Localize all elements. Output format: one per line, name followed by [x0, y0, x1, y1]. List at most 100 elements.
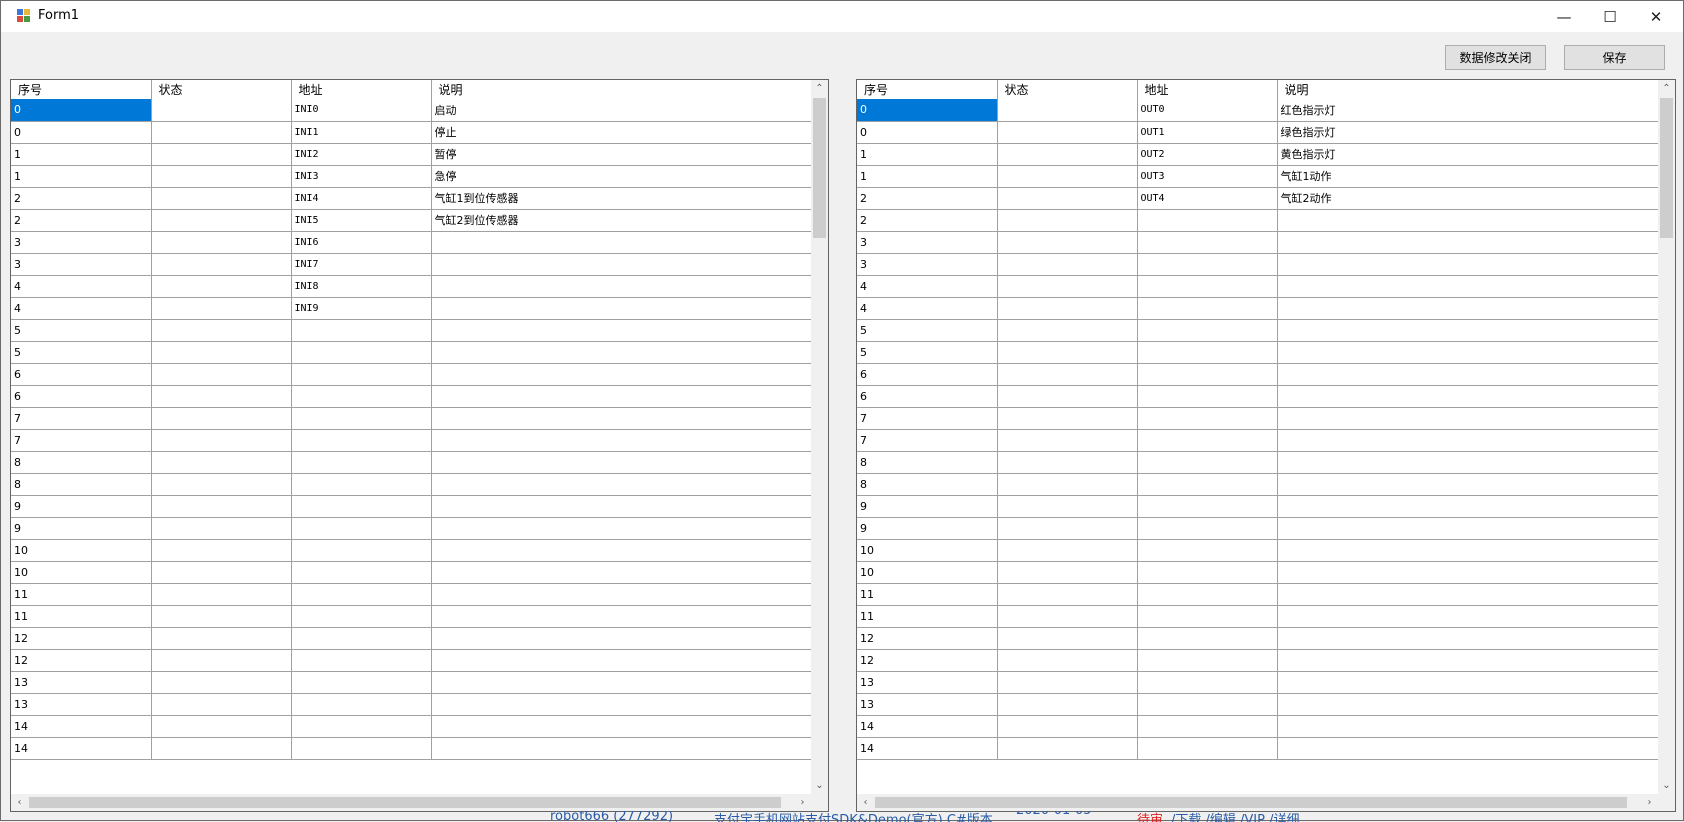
scroll-thumb[interactable]	[1660, 98, 1673, 238]
cell-index[interactable]: 7	[11, 407, 152, 430]
cell-address[interactable]	[1137, 715, 1278, 738]
cell-description[interactable]	[431, 583, 811, 606]
cell-description[interactable]	[1277, 517, 1658, 540]
table-row[interactable]: 1 OUT3 气缸1动作	[857, 165, 1658, 188]
table-row[interactable]: 3 INI7	[11, 253, 811, 276]
scroll-thumb[interactable]	[875, 797, 1627, 808]
cell-index[interactable]: 12	[857, 649, 998, 672]
scroll-thumb[interactable]	[813, 98, 826, 238]
cell-status[interactable]	[997, 143, 1138, 166]
table-row[interactable]: 13	[857, 693, 1658, 716]
table-row[interactable]: 2	[857, 209, 1658, 232]
cell-description[interactable]: 急停	[431, 165, 811, 188]
cell-status[interactable]	[151, 429, 292, 452]
cell-description[interactable]	[431, 737, 811, 760]
cell-status[interactable]	[997, 319, 1138, 342]
cell-status[interactable]	[151, 187, 292, 210]
cell-index[interactable]: 4	[857, 275, 998, 298]
cell-status[interactable]	[997, 297, 1138, 320]
cell-address[interactable]	[1137, 319, 1278, 342]
cell-address[interactable]	[291, 473, 432, 496]
cell-description[interactable]	[431, 319, 811, 342]
table-row[interactable]: 1 INI3 急停	[11, 165, 811, 188]
cell-status[interactable]	[151, 517, 292, 540]
footer-user-link[interactable]: robot666 (277292)	[550, 811, 673, 822]
cell-description[interactable]	[431, 539, 811, 562]
cell-index[interactable]: 9	[11, 495, 152, 518]
cell-description[interactable]	[1277, 539, 1658, 562]
table-row[interactable]: 0 INI1 停止	[11, 121, 811, 144]
cell-status[interactable]	[997, 737, 1138, 760]
cell-index[interactable]: 13	[11, 671, 152, 694]
cell-address[interactable]: INI7	[291, 253, 432, 276]
cell-address[interactable]	[291, 671, 432, 694]
cell-description[interactable]	[431, 473, 811, 496]
vertical-scrollbar[interactable]: ⌃ ⌄	[1658, 80, 1675, 794]
cell-description[interactable]: 停止	[431, 121, 811, 144]
cell-status[interactable]	[151, 99, 292, 122]
cell-address[interactable]	[291, 429, 432, 452]
cell-index[interactable]: 11	[857, 605, 998, 628]
cell-description[interactable]	[1277, 693, 1658, 716]
cell-index[interactable]: 14	[11, 737, 152, 760]
cell-address[interactable]	[291, 693, 432, 716]
cell-address[interactable]	[1137, 253, 1278, 276]
table-row[interactable]: 11	[857, 583, 1658, 606]
column-header-address[interactable]: 地址	[1137, 80, 1278, 99]
cell-address[interactable]	[291, 495, 432, 518]
scroll-left-icon[interactable]: ‹	[11, 794, 28, 811]
table-row[interactable]: 12	[11, 649, 811, 672]
cell-status[interactable]	[997, 539, 1138, 562]
table-row[interactable]: 5	[11, 341, 811, 364]
cell-status[interactable]	[151, 143, 292, 166]
horizontal-scrollbar[interactable]: ‹ ›	[11, 794, 811, 811]
cell-description[interactable]	[1277, 605, 1658, 628]
cell-description[interactable]	[1277, 429, 1658, 452]
cell-description[interactable]	[431, 693, 811, 716]
cell-address[interactable]	[291, 627, 432, 650]
cell-address[interactable]	[1137, 583, 1278, 606]
cell-index[interactable]: 9	[857, 517, 998, 540]
cell-description[interactable]	[1277, 253, 1658, 276]
maximize-button[interactable]: ☐	[1587, 1, 1633, 32]
cell-description[interactable]	[1277, 363, 1658, 386]
cell-description[interactable]	[1277, 671, 1658, 694]
cell-address[interactable]	[1137, 627, 1278, 650]
cell-address[interactable]	[1137, 605, 1278, 628]
cell-address[interactable]: INI5	[291, 209, 432, 232]
cell-description[interactable]: 气缸1动作	[1277, 165, 1658, 188]
cell-index[interactable]: 12	[11, 627, 152, 650]
cell-address[interactable]	[1137, 385, 1278, 408]
cell-index[interactable]: 2	[857, 209, 998, 232]
cell-index[interactable]: 8	[11, 473, 152, 496]
cell-address[interactable]	[1137, 649, 1278, 672]
cell-address[interactable]: OUT3	[1137, 165, 1278, 188]
cell-index[interactable]: 3	[11, 231, 152, 254]
cell-index[interactable]: 1	[857, 165, 998, 188]
cell-status[interactable]	[151, 473, 292, 496]
footer-actions-links[interactable]: /下载 /编辑 /VIP /详细	[1171, 811, 1299, 822]
cell-description[interactable]	[1277, 209, 1658, 232]
cell-description[interactable]	[431, 341, 811, 364]
input-data-grid[interactable]: 序号 状态 地址 说明 0 INI0 启动 0 INI1 停止 1 INI2 暂停 1 INI3 急停…	[10, 79, 829, 812]
cell-address[interactable]	[291, 561, 432, 584]
cell-address[interactable]	[1137, 407, 1278, 430]
cell-address[interactable]: INI3	[291, 165, 432, 188]
cell-address[interactable]	[1137, 473, 1278, 496]
minimize-button[interactable]: —	[1541, 1, 1587, 32]
table-row[interactable]: 4 INI9	[11, 297, 811, 320]
scroll-up-icon[interactable]: ⌃	[811, 80, 828, 97]
cell-index[interactable]: 9	[857, 495, 998, 518]
cell-index[interactable]: 1	[11, 165, 152, 188]
cell-description[interactable]	[431, 253, 811, 276]
cell-status[interactable]	[151, 275, 292, 298]
cell-description[interactable]: 绿色指示灯	[1277, 121, 1658, 144]
cell-index[interactable]: 6	[11, 363, 152, 386]
cell-index[interactable]: 8	[857, 473, 998, 496]
table-row[interactable]: 10	[857, 561, 1658, 584]
table-row[interactable]: 7	[11, 429, 811, 452]
cell-description[interactable]	[431, 297, 811, 320]
cell-description[interactable]	[431, 627, 811, 650]
cell-address[interactable]	[1137, 671, 1278, 694]
cell-index[interactable]: 2	[857, 187, 998, 210]
